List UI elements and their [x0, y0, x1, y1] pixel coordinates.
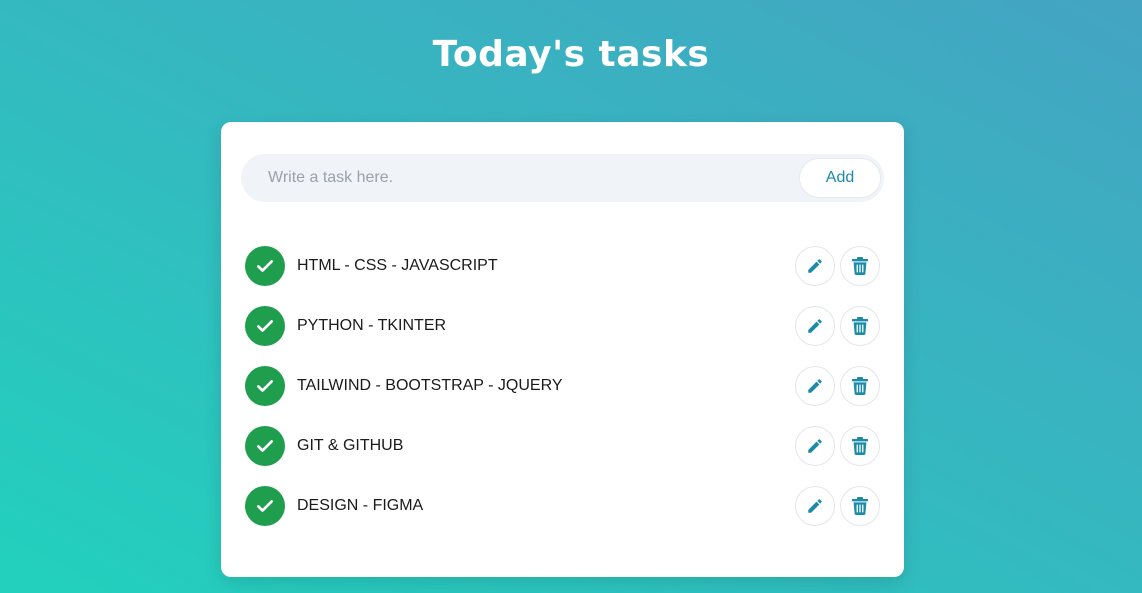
edit-button[interactable] [795, 306, 835, 346]
page-title: Today's tasks [432, 34, 710, 75]
pencil-icon [808, 379, 822, 393]
delete-button[interactable] [840, 366, 880, 406]
complete-toggle[interactable] [245, 306, 285, 346]
trash-icon [852, 437, 868, 455]
add-button[interactable]: Add [799, 158, 881, 198]
check-icon [257, 500, 273, 512]
delete-button[interactable] [840, 306, 880, 346]
complete-toggle[interactable] [245, 246, 285, 286]
task-item: DESIGN - FIGMA [245, 486, 881, 526]
task-item: GIT & GITHUB [245, 426, 881, 466]
complete-toggle[interactable] [245, 486, 285, 526]
delete-button[interactable] [840, 426, 880, 466]
complete-toggle[interactable] [245, 426, 285, 466]
check-icon [257, 380, 273, 392]
trash-icon [852, 317, 868, 335]
check-icon [257, 260, 273, 272]
task-label: HTML - CSS - JAVASCRIPT [297, 257, 498, 274]
task-item: PYTHON - TKINTER [245, 306, 881, 346]
trash-icon [852, 257, 868, 275]
task-input[interactable] [268, 154, 768, 202]
pencil-icon [808, 259, 822, 273]
trash-icon [852, 377, 868, 395]
delete-button[interactable] [840, 486, 880, 526]
edit-button[interactable] [795, 366, 835, 406]
complete-toggle[interactable] [245, 366, 285, 406]
task-list: HTML - CSS - JAVASCRIPT PYTHON - TKINTER [245, 246, 881, 546]
task-label: GIT & GITHUB [297, 437, 404, 454]
check-icon [257, 320, 273, 332]
edit-button[interactable] [795, 246, 835, 286]
edit-button[interactable] [795, 486, 835, 526]
edit-button[interactable] [795, 426, 835, 466]
task-label: PYTHON - TKINTER [297, 317, 447, 334]
task-form: Add [241, 154, 884, 202]
delete-button[interactable] [840, 246, 880, 286]
task-item: HTML - CSS - JAVASCRIPT [245, 246, 881, 286]
check-icon [257, 440, 273, 452]
pencil-icon [808, 319, 822, 333]
task-label: TAILWIND - BOOTSTRAP - JQUERY [297, 377, 563, 394]
task-item: TAILWIND - BOOTSTRAP - JQUERY [245, 366, 881, 406]
pencil-icon [808, 439, 822, 453]
task-label: DESIGN - FIGMA [297, 497, 424, 514]
trash-icon [852, 497, 868, 515]
pencil-icon [808, 499, 822, 513]
task-card: Add HTML - CSS - JAVASCRIPT PYTHON - TKI… [221, 122, 904, 577]
